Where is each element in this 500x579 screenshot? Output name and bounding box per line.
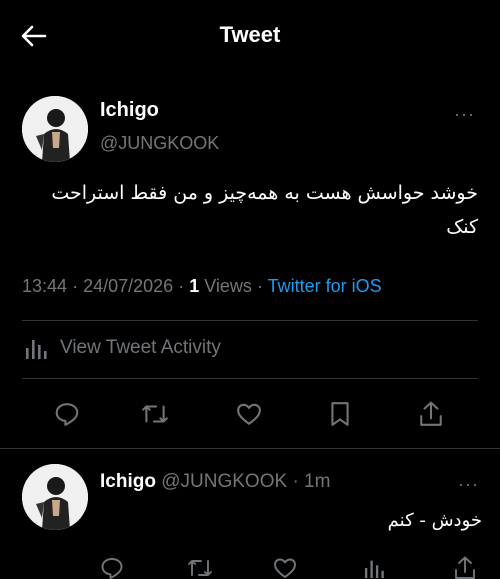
reply-retweet-button[interactable] [180, 548, 220, 579]
like-button[interactable] [229, 394, 269, 434]
author-handle[interactable]: @JUNGKOOK [100, 133, 219, 154]
tweet-date: 24/07/2026 [83, 276, 174, 296]
views-count: 1 [189, 276, 200, 296]
page-title: Tweet [219, 22, 281, 47]
reply-icon [101, 558, 123, 579]
reply-analytics-button[interactable] [355, 548, 395, 579]
reply-like-button[interactable] [265, 548, 305, 579]
retweet-icon [188, 560, 212, 576]
activity-label: View Tweet Activity [60, 337, 221, 358]
divider [22, 320, 478, 321]
reply-button[interactable] [47, 394, 87, 434]
share-button[interactable] [411, 394, 451, 434]
more-options-icon[interactable]: ··· [454, 104, 475, 125]
reply-author-name[interactable]: Ichigo [100, 471, 156, 492]
reply-reply-button[interactable] [92, 548, 132, 579]
avatar[interactable] [22, 96, 88, 162]
author-name[interactable]: Ichigo [100, 99, 159, 122]
reply-icon [55, 403, 79, 426]
retweet-button[interactable] [135, 394, 175, 434]
divider [0, 448, 500, 449]
reply-avatar[interactable] [22, 464, 88, 530]
reply-header: Ichigo @JUNGKOOK · 1m [100, 471, 330, 493]
bookmark-button[interactable] [320, 394, 360, 434]
bookmark-icon [331, 402, 349, 426]
view-tweet-activity-button[interactable]: View Tweet Activity [24, 336, 221, 360]
reply-share-button[interactable] [445, 548, 485, 579]
share-icon [420, 401, 442, 426]
reply-text: خودش - کنم [387, 510, 482, 531]
like-icon [274, 558, 296, 578]
meta-separator: · [72, 276, 79, 296]
tweet-time: 13:44 [22, 276, 68, 296]
meta-separator: · [292, 471, 299, 492]
tweet-text: خوشد حواسش هست به همه‌چیز و من فقط استرا… [51, 182, 478, 238]
like-icon [237, 403, 261, 425]
tweet-meta: 13:44 · 24/07/2026 · 1 Views · Twitter f… [22, 276, 382, 297]
meta-separator: · [256, 276, 263, 296]
meta-separator: · [178, 276, 185, 296]
reply-more-options-icon[interactable]: ··· [458, 474, 479, 495]
divider [22, 378, 478, 379]
tweet-source-link[interactable]: Twitter for iOS [268, 276, 382, 296]
reply-age: 1m [304, 471, 331, 492]
views-label: Views [204, 276, 252, 296]
analytics-icon [26, 340, 47, 359]
analytics-icon [364, 560, 384, 579]
reply-author-handle[interactable]: @JUNGKOOK [161, 471, 287, 492]
share-icon [455, 556, 475, 579]
retweet-icon [142, 405, 168, 423]
